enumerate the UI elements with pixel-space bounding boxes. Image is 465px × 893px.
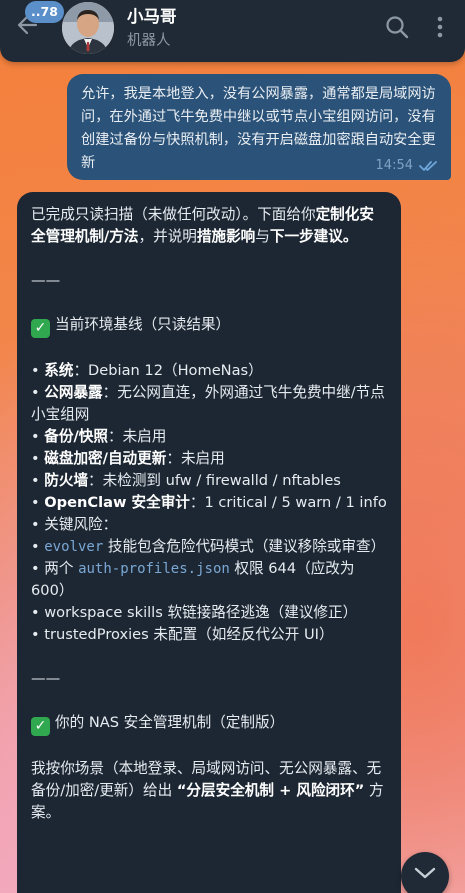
list-label: 备份/快照 [44, 428, 108, 445]
intro-text: 与 [255, 228, 270, 245]
double-check-icon [419, 160, 437, 171]
code-auth-profiles[interactable]: auth-profiles.json [78, 561, 230, 577]
list-label: 公网暴露 [44, 384, 103, 401]
list-value: ：未启用 [107, 428, 167, 445]
closing-text: 我按你场景（本地登录、局域网访问、无公网暴露、无备份/加密/更新）给出 “分层安… [31, 758, 387, 824]
section-title-text: 你的 NAS 安全管理机制（定制版） [55, 714, 285, 731]
list-value: ：1 critical / 5 warn / 1 info [189, 494, 387, 511]
incoming-message[interactable]: 已完成只读扫描（未做任何改动）。下面给你定制化安全管理机制/方法，并说明措施影响… [17, 192, 401, 893]
list-label: 磁盘加密/自动更新 [44, 450, 167, 467]
chevron-down-icon [414, 867, 436, 879]
list-item: • 关键风险： [31, 516, 118, 533]
code-evolver[interactable]: evolver [44, 539, 103, 555]
divider: —— [31, 272, 61, 289]
message-intro: 已完成只读扫描（未做任何改动）。下面给你定制化安全管理机制/方法，并说明措施影响… [31, 204, 387, 248]
closing-bold: “分层安全机制 + 风险闭环” [176, 782, 365, 799]
list-item: • OpenClaw 安全审计：1 critical / 5 warn / 1 … [31, 494, 387, 511]
intro-bold: 措施影响 [196, 228, 256, 245]
list-item: • evolver 技能包含危险代码模式（建议移除或审查） [31, 538, 386, 555]
more-vertical-icon[interactable] [430, 14, 450, 40]
list-label: OpenClaw 安全审计 [44, 494, 190, 511]
search-icon[interactable] [384, 14, 410, 40]
list-value: ：未检测到 ufw / firewalld / nftables [88, 472, 341, 489]
list-value: 技能包含危险代码模式（建议移除或审查） [103, 538, 386, 555]
list-value: ：未启用 [166, 450, 225, 467]
list-item: • trustedProxies 未配置（如经反代公开 UI） [31, 626, 334, 643]
check-mark-icon: ✓ [31, 717, 50, 736]
message-meta: 14:54 [376, 158, 439, 173]
message-time: 14:54 [375, 158, 413, 173]
avatar[interactable] [62, 2, 114, 54]
list-item: • 两个 auth-profiles.json 权限 644（应改为 600） [31, 558, 387, 602]
list-label: 系统 [44, 362, 74, 379]
intro-text: 已完成只读扫描（未做任何改动）。下面给你 [31, 206, 316, 223]
chat-header: ..78 小马哥 机器人 [0, 0, 465, 62]
section-title-text: 当前环境基线（只读结果） [55, 316, 231, 333]
list-label: 防火墙 [44, 472, 89, 489]
list-value: ：Debian 12（HomeNas） [73, 362, 263, 379]
list-item: • 公网暴露：无公网直连，外网通过飞牛免费中继/节点小宝组网 [31, 384, 385, 423]
unread-count-badge[interactable]: ..78 [25, 1, 64, 23]
list-item: • 备份/快照：未启用 [31, 428, 167, 445]
scroll-down-button[interactable] [401, 852, 449, 893]
intro-text: ，并说明 [138, 228, 197, 245]
list-item: • 系统：Debian 12（HomeNas） [31, 362, 263, 379]
section-title: ✓ 当前环境基线（只读结果） [31, 314, 387, 338]
list-item: • 防火墙：未检测到 ufw / firewalld / nftables [31, 472, 341, 489]
outgoing-message[interactable]: 允许，我是本地登入，没有公网暴露，通常都是局域网访问，在外通过飞牛免费中继以或节… [67, 74, 451, 180]
contact-name[interactable]: 小马哥 [127, 3, 177, 27]
list-value: • 两个 [31, 560, 79, 577]
contact-status: 机器人 [127, 33, 171, 49]
intro-bold: 下一步建议。 [269, 228, 358, 245]
section-title: ✓ 你的 NAS 安全管理机制（定制版） [31, 712, 387, 736]
check-mark-icon: ✓ [31, 319, 50, 338]
list-item: • workspace skills 软链接路径逃逸（建议修正） [31, 604, 358, 621]
divider: —— [31, 670, 61, 687]
list-item: • 磁盘加密/自动更新：未启用 [31, 450, 225, 467]
